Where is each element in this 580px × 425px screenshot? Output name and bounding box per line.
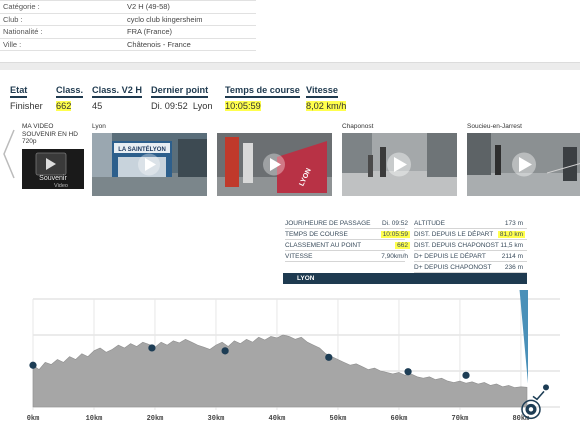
stat-dernier-place: Lyon bbox=[192, 101, 213, 111]
runner-info-table: Catégorie : V2 H (49-58) Club : cyclo club … bbox=[0, 0, 256, 51]
souvenir-video-icon[interactable]: Souvenir Video bbox=[22, 149, 84, 189]
video-thumb-soucieu[interactable] bbox=[467, 133, 580, 196]
souvenir-line-2: SOUVENIR EN HD bbox=[22, 130, 78, 138]
stat-dernier-label: Dernier point bbox=[151, 85, 209, 98]
thumb-label-lyon: Lyon bbox=[92, 123, 106, 130]
stat-vitesse: Vitesse 8,02 km/h bbox=[306, 80, 347, 111]
x-tick-label: 10km bbox=[86, 415, 103, 423]
info-row-label: Nationalité : bbox=[0, 25, 100, 39]
souvenir-badge-2: Video bbox=[54, 183, 68, 189]
video-thumb-lyon[interactable]: LA SAINTÉLYON bbox=[92, 133, 207, 196]
panel-stat-value: 81,0 km bbox=[497, 231, 525, 238]
x-tick-label: 30km bbox=[208, 415, 225, 423]
checkpoint-marker bbox=[148, 344, 156, 352]
info-row-label: Club : bbox=[0, 13, 100, 26]
stat-vitesse-value: 8,02 km/h bbox=[306, 101, 347, 111]
status-row: Etat Finisher Class. 662 Class. V2 H 45 … bbox=[0, 80, 580, 111]
stat-vitesse-label: Vitesse bbox=[306, 85, 339, 98]
section-divider bbox=[0, 62, 580, 70]
thumb-label-chaponost: Chaponost bbox=[342, 123, 374, 130]
info-row-value: cyclo club kingersheim bbox=[100, 13, 256, 26]
stat-classv2h-value: 45 bbox=[92, 101, 103, 111]
stat-classv2h: Class. V2 H 45 bbox=[92, 80, 143, 111]
info-row-value: FRA (France) bbox=[100, 25, 256, 39]
current-position-center-icon bbox=[528, 407, 534, 412]
stat-temps-value: 10:05:59 bbox=[225, 101, 261, 111]
y-tick-label: 1400m bbox=[4, 290, 25, 293]
chevron-left-icon[interactable] bbox=[2, 128, 16, 180]
panel-stat-value: 10:05:59 bbox=[380, 231, 410, 238]
checkpoint-marker bbox=[221, 347, 229, 355]
elevation-profile-chart: -100m400m900m1400m0km10km20km30km40km50k… bbox=[4, 290, 560, 423]
checkpoint-marker bbox=[404, 368, 412, 376]
stat-etat: Etat Finisher bbox=[10, 80, 43, 111]
x-tick-label: 40km bbox=[269, 415, 286, 423]
panel-stat-value: 662 bbox=[395, 242, 410, 249]
info-row-value: V2 H (49-58) bbox=[100, 0, 256, 14]
x-tick-label: 0km bbox=[27, 415, 40, 423]
checkpoint-marker bbox=[29, 361, 37, 369]
info-row-label: Catégorie : bbox=[0, 0, 100, 14]
souvenir-line-3: 720p bbox=[22, 138, 37, 145]
stat-classv2h-label: Class. V2 H bbox=[92, 85, 143, 98]
panel-row-divider bbox=[285, 261, 405, 262]
stat-dernier-point: Dernier point Di. 09:52 Lyon bbox=[151, 80, 212, 111]
stat-class-value: 662 bbox=[56, 101, 72, 111]
x-tick-label: 70km bbox=[452, 415, 469, 423]
x-tick-label: 60km bbox=[391, 415, 408, 423]
stat-etat-label: Etat bbox=[10, 85, 28, 98]
panel-stat-value: Di. 09:52 bbox=[381, 220, 408, 227]
thumb-banner-saintelyon: LA SAINTÉLYON bbox=[118, 145, 166, 153]
checkpoint-name-bar: LYON bbox=[283, 273, 527, 284]
stat-temps: Temps de course 10:05:59 bbox=[225, 80, 300, 111]
info-row: Nationalité : FRA (France) bbox=[0, 25, 256, 39]
checkpoint-marker bbox=[325, 353, 333, 361]
x-tick-label: 80km bbox=[512, 415, 529, 423]
stat-class: Class. 662 bbox=[56, 80, 84, 111]
video-thumb-chaponost[interactable] bbox=[342, 133, 457, 196]
info-row-value: Châtenois - France bbox=[100, 38, 256, 51]
runner-body-icon bbox=[532, 390, 545, 401]
video-thumb-lyon-arrival[interactable]: LYON bbox=[217, 133, 332, 196]
souvenir-line-1: MA VIDEO bbox=[22, 123, 54, 130]
runner-icon bbox=[543, 384, 549, 391]
x-tick-label: 50km bbox=[330, 415, 347, 423]
stat-class-label: Class. bbox=[56, 85, 84, 98]
panel-stat-value: 2114 m bbox=[501, 253, 523, 260]
souvenir-video-card[interactable]: MA VIDEO SOUVENIR EN HD 720p bbox=[22, 123, 78, 146]
panel-stat-value: 7,90km/h bbox=[381, 253, 408, 260]
info-row-label: Ville : bbox=[0, 38, 100, 51]
info-row: Catégorie : V2 H (49-58) bbox=[0, 0, 256, 14]
stat-etat-value: Finisher bbox=[10, 101, 43, 111]
checkpoint-pointer bbox=[519, 290, 528, 384]
info-row: Ville : Châtenois - France bbox=[0, 38, 256, 51]
checkpoint-marker bbox=[462, 371, 470, 379]
souvenir-badge-1: Souvenir bbox=[39, 175, 67, 182]
panel-stat-value: 236 m bbox=[504, 264, 523, 271]
info-row: Club : cyclo club kingersheim bbox=[0, 13, 256, 26]
panel-stat-value: 11,5 km bbox=[500, 242, 523, 249]
x-tick-label: 20km bbox=[147, 415, 164, 423]
stat-temps-label: Temps de course bbox=[225, 85, 300, 98]
stat-dernier-time: Di. 09:52 bbox=[151, 101, 188, 111]
panel-stat-value: 173 m bbox=[504, 220, 523, 227]
thumb-label-soucieu: Soucieu-en-Jarrest bbox=[467, 123, 522, 130]
